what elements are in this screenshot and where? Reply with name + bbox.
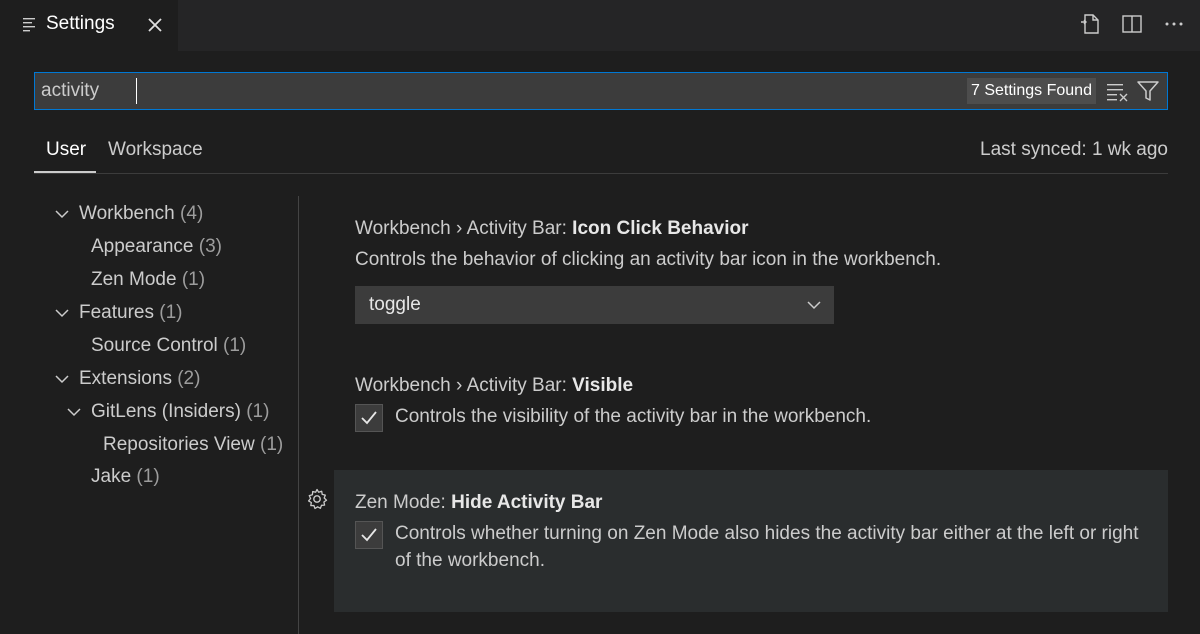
- check-icon: [361, 411, 377, 425]
- setting-name: Visible: [572, 375, 634, 396]
- toc-item-jake[interactable]: Jake (1): [91, 466, 160, 488]
- check-icon: [361, 528, 377, 542]
- setting-name: Icon Click Behavior: [572, 218, 749, 239]
- chevron-down-icon: [67, 408, 81, 417]
- settings-list-icon: [23, 18, 35, 32]
- active-tab-indicator: [34, 171, 96, 173]
- toc-label: Source Control: [91, 335, 218, 356]
- toc-label: Workbench: [79, 203, 175, 224]
- toc-label: Extensions: [79, 368, 172, 389]
- more-actions-button[interactable]: [1160, 10, 1188, 38]
- results-count-badge: 7 Settings Found: [967, 78, 1096, 104]
- toc-label: GitLens (Insiders): [91, 401, 241, 422]
- zen-mode-hide-activity-bar-checkbox[interactable]: [355, 521, 383, 549]
- setting-title: Zen Mode: Hide Activity Bar: [355, 492, 602, 514]
- toc-label: Zen Mode: [91, 269, 177, 290]
- toc-label: Appearance: [91, 236, 194, 257]
- setting-title: Workbench › Activity Bar: Icon Click Beh…: [355, 218, 749, 240]
- editor-tab-bar: Settings: [0, 0, 1200, 51]
- toc-item-source-control[interactable]: Source Control (1): [91, 335, 246, 357]
- open-settings-json-button[interactable]: [1076, 10, 1104, 38]
- chevron-down-icon: [55, 210, 69, 219]
- toc-count: (1): [159, 302, 183, 323]
- toc-item-gitlens[interactable]: GitLens (Insiders) (1): [91, 401, 269, 423]
- settings-search-box: 7 Settings Found: [34, 72, 1168, 110]
- toc-item-features[interactable]: Features (1): [79, 302, 183, 324]
- chevron-down-icon: [807, 301, 821, 310]
- activity-bar-visible-checkbox[interactable]: [355, 404, 383, 432]
- toc-count: (1): [136, 466, 160, 487]
- toc-count: (1): [181, 269, 206, 290]
- open-json-icon: [1081, 14, 1099, 34]
- setting-category: Zen Mode:: [355, 492, 452, 513]
- toc-item-appearance[interactable]: Appearance (3): [91, 236, 222, 258]
- chevron-down-icon: [55, 375, 69, 384]
- editor-actions: [1076, 10, 1188, 38]
- toc-label: Features: [79, 302, 154, 323]
- toc-item-extensions[interactable]: Extensions (2): [79, 368, 200, 390]
- setting-zen-mode-hide-activity-bar: Zen Mode: Hide Activity Bar Controls whe…: [334, 470, 1168, 612]
- toc-item-repositories-view[interactable]: Repositories View (1): [103, 434, 283, 456]
- toc-item-workbench[interactable]: Workbench (4): [79, 203, 203, 225]
- chevron-down-icon: [55, 309, 69, 318]
- setting-description: Controls the behavior of clicking an act…: [355, 249, 942, 270]
- toc-count: (1): [246, 401, 270, 422]
- icon-click-behavior-select[interactable]: toggle: [355, 286, 834, 324]
- toc-label: Repositories View: [103, 434, 255, 455]
- setting-name: Hide Activity Bar: [451, 492, 603, 513]
- toc-item-zen-mode[interactable]: Zen Mode (1): [91, 269, 205, 291]
- settings-tab[interactable]: Settings: [0, 0, 178, 51]
- last-synced-status: Last synced: 1 wk ago: [980, 139, 1168, 160]
- tab-user[interactable]: User: [46, 139, 86, 161]
- split-editor-button[interactable]: [1118, 10, 1146, 38]
- select-value: toggle: [369, 294, 421, 315]
- toc-label: Jake: [91, 466, 132, 487]
- toc-count: (1): [260, 434, 284, 455]
- settings-scope-tabs: User Workspace Last synced: 1 wk ago: [34, 136, 1168, 174]
- search-input[interactable]: [41, 77, 941, 105]
- setting-icon-click-behavior: Workbench › Activity Bar: Icon Click Beh…: [334, 200, 1168, 340]
- tab-workspace[interactable]: Workspace: [108, 139, 203, 161]
- ellipsis-icon: [1165, 22, 1183, 26]
- setting-category: Workbench › Activity Bar:: [355, 375, 573, 396]
- filter-icon[interactable]: [1135, 79, 1161, 103]
- clear-filter-icon[interactable]: [1106, 80, 1130, 102]
- toc-count: (4): [180, 203, 204, 224]
- gear-icon[interactable]: [305, 487, 329, 511]
- tab-title: Settings: [46, 13, 115, 34]
- setting-title: Workbench › Activity Bar: Visible: [355, 375, 633, 397]
- setting-activity-bar-visible: Workbench › Activity Bar: Visible Contro…: [334, 357, 1168, 457]
- setting-description: Controls whether turning on Zen Mode als…: [395, 523, 1139, 571]
- setting-description: Controls the visibility of the activity …: [395, 406, 872, 427]
- text-caret: [136, 78, 137, 104]
- setting-category: Workbench › Activity Bar:: [355, 218, 573, 239]
- toc-count: (2): [177, 368, 201, 389]
- close-icon[interactable]: [144, 14, 166, 36]
- toc-count: (3): [198, 236, 222, 257]
- toc-divider: [298, 196, 299, 634]
- toc-count: (1): [223, 335, 247, 356]
- split-editor-icon: [1122, 15, 1142, 33]
